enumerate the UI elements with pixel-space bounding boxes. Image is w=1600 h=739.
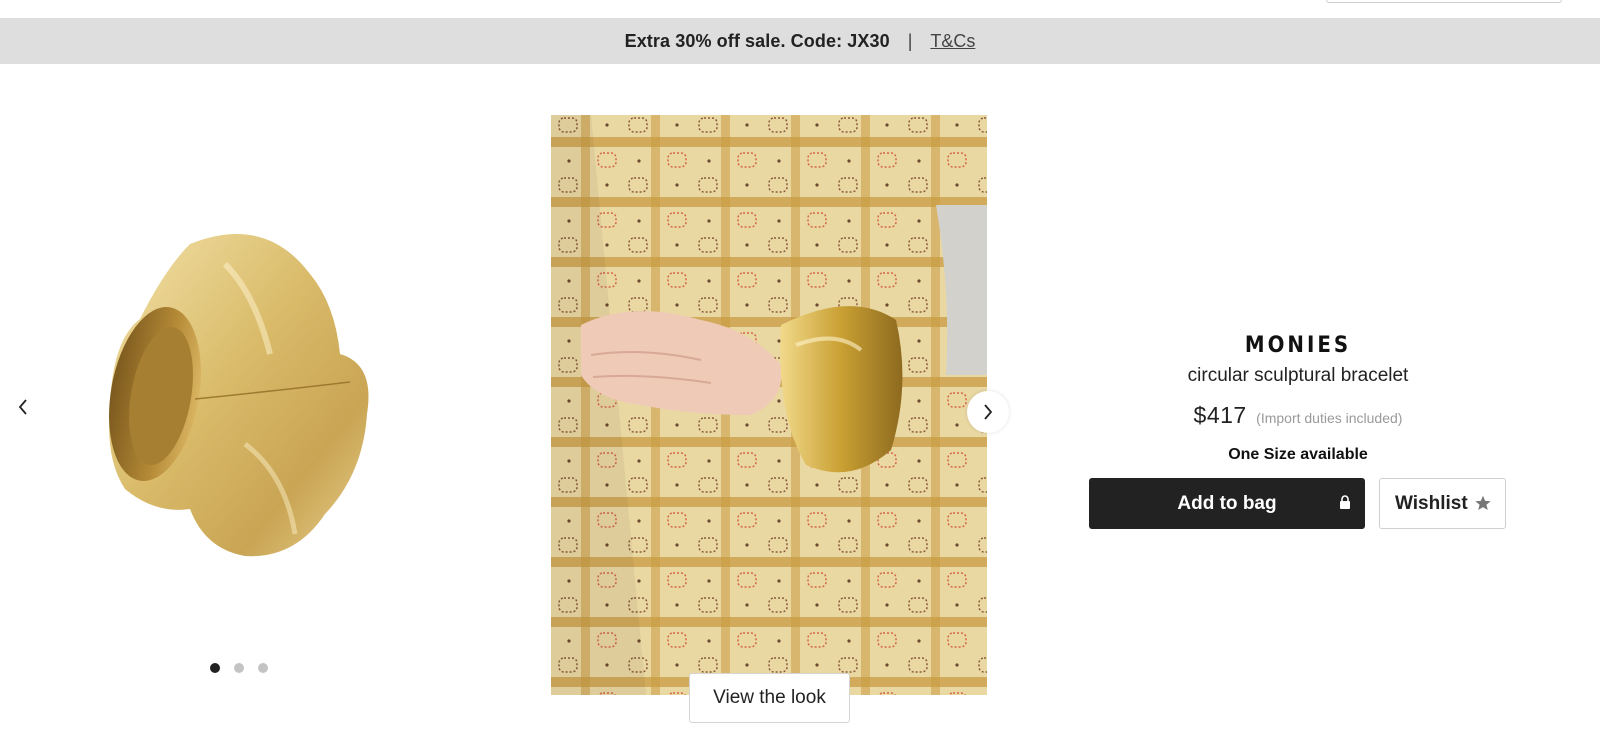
promo-separator: | (907, 30, 913, 51)
add-to-bag-label: Add to bag (1177, 492, 1277, 514)
search-field-edge[interactable] (1326, 0, 1562, 3)
duties-note: (Import duties included) (1256, 410, 1403, 426)
product-price: $417 (1193, 402, 1247, 428)
brand-name[interactable]: MONIES (1090, 332, 1506, 360)
carousel-dot-1[interactable] (210, 663, 220, 673)
star-icon (1475, 495, 1491, 511)
chevron-left-icon (18, 399, 27, 415)
product-info: MONIES circular sculptural bracelet $417… (1090, 320, 1506, 464)
carousel-dot-3[interactable] (258, 663, 268, 673)
product-description: circular sculptural bracelet (1187, 365, 1409, 386)
chevron-right-icon (984, 404, 993, 420)
product-image-model[interactable] (551, 115, 987, 695)
header-remnant (0, 0, 1600, 18)
size-availability: One Size available (1228, 446, 1368, 463)
add-to-bag-button[interactable]: Add to bag (1089, 478, 1365, 529)
price-row: $417 (Import duties included) (1090, 400, 1506, 434)
product-gallery: View the look (0, 64, 1010, 739)
model-illustration (551, 115, 987, 695)
previous-image-button[interactable] (10, 394, 36, 420)
wishlist-button[interactable]: Wishlist (1379, 478, 1506, 529)
wishlist-label: Wishlist (1395, 492, 1468, 514)
promo-text: Extra 30% off sale. Code: JX30 (624, 30, 890, 51)
product-image-bracelet[interactable] (95, 214, 395, 584)
terms-link[interactable]: T&Cs (930, 31, 975, 52)
promo-banner: Extra 30% off sale. Code: JX30 | T&Cs (0, 18, 1600, 64)
carousel-dot-2[interactable] (234, 663, 244, 673)
next-image-button[interactable] (967, 391, 1009, 433)
bracelet-illustration (109, 234, 369, 557)
lock-icon (1340, 495, 1350, 509)
carousel-dots (210, 662, 268, 674)
purchase-actions: Add to bag Wishlist (1089, 478, 1507, 529)
view-the-look-button[interactable]: View the look (689, 673, 850, 723)
